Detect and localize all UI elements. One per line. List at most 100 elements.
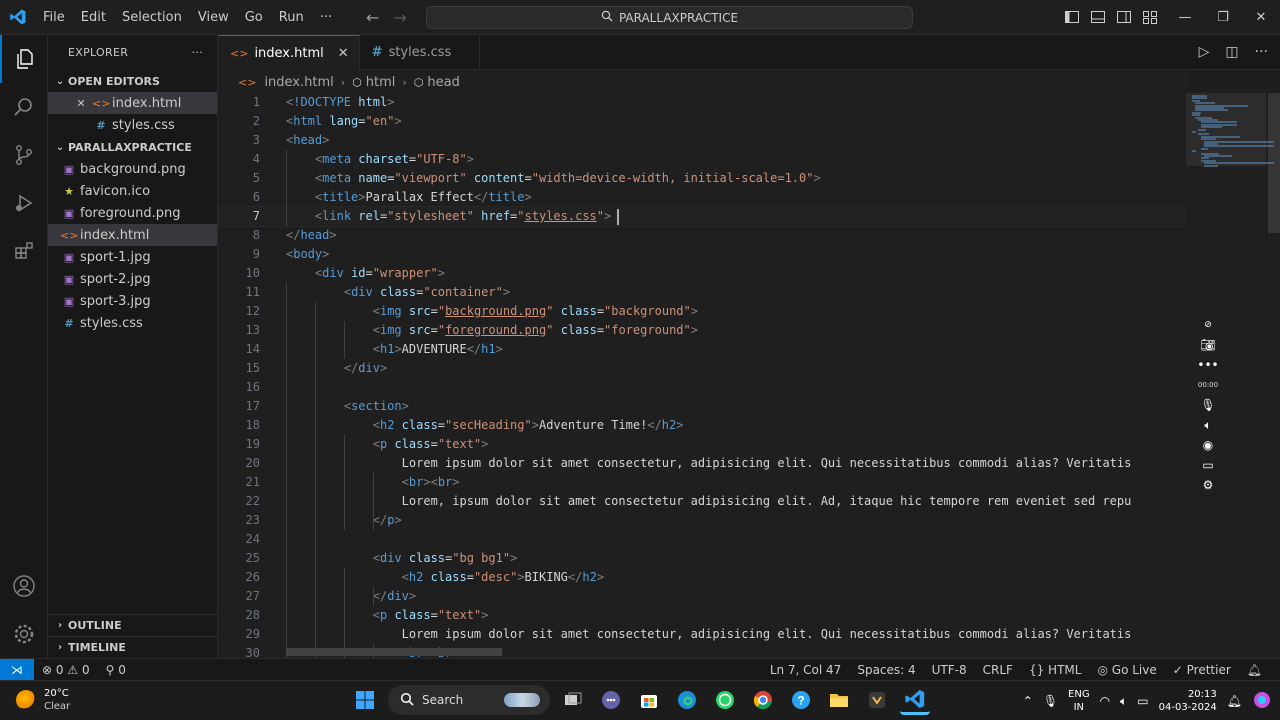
menu-view[interactable]: View	[190, 0, 237, 35]
code-line[interactable]: 24	[218, 530, 1186, 549]
customize-layout-icon[interactable]	[1142, 9, 1158, 25]
copilot-icon[interactable]	[1252, 690, 1272, 713]
chrome-browser-icon[interactable]	[748, 685, 778, 715]
taskbar-search[interactable]: Search	[388, 685, 550, 715]
file-item[interactable]: ▣ sport-2.jpg	[48, 268, 217, 290]
code-line[interactable]: 13 <img src="foreground.png" class="foreg…	[218, 321, 1186, 340]
weather-widget[interactable]: 20°C Clear	[16, 687, 70, 713]
menu-run[interactable]: Run	[271, 0, 312, 35]
code-line[interactable]: 28 <p class="text">	[218, 606, 1186, 625]
windows-start-icon[interactable]	[350, 685, 380, 715]
file-item[interactable]: <> index.html	[48, 224, 217, 246]
speaker-icon[interactable]: 🔈︎	[1204, 418, 1211, 432]
webcam-icon[interactable]: ◉	[1203, 438, 1213, 452]
ports-indicator[interactable]: ⚲ 0	[98, 663, 134, 677]
search-view-icon[interactable]	[0, 83, 48, 131]
file-item[interactable]: ▣ foreground.png	[48, 202, 217, 224]
code-line[interactable]: 20 Lorem ipsum dolor sit amet consectetur…	[218, 454, 1186, 473]
menu-edit[interactable]: Edit	[73, 0, 114, 35]
prettier-button[interactable]: ✓ Prettier	[1165, 663, 1239, 677]
menu-file[interactable]: File	[35, 0, 73, 35]
close-tab-icon[interactable]: ✕	[338, 46, 349, 61]
whatsapp-icon[interactable]	[710, 685, 740, 715]
code-line[interactable]: 26 <h2 class="desc">BIKING</h2>	[218, 568, 1186, 587]
split-editor-icon[interactable]: ◫	[1225, 44, 1238, 60]
code-line[interactable]: 27 </div>	[218, 587, 1186, 606]
breadcrumb-html[interactable]: html	[366, 75, 396, 90]
close-icon[interactable]: ✕	[72, 97, 90, 110]
code-line[interactable]: 18 <h2 class="secHeading">Adventure Time!…	[218, 416, 1186, 435]
breadcrumb-head[interactable]: head	[427, 75, 459, 90]
code-line[interactable]: 21 <br><br>	[218, 473, 1186, 492]
go-live-button[interactable]: ◎ Go Live	[1089, 663, 1164, 677]
language-indicator[interactable]: ENG IN	[1068, 688, 1090, 714]
folder-section[interactable]: ⌄ PARALLAXPRACTICE	[48, 136, 217, 158]
code-line[interactable]: 16	[218, 378, 1186, 397]
chevron-up-icon[interactable]: ⌃	[1023, 694, 1033, 708]
file-item[interactable]: # styles.css	[48, 312, 217, 334]
toggle-panel-icon[interactable]	[1090, 9, 1106, 25]
microsoft-store-icon[interactable]	[634, 685, 664, 715]
code-line[interactable]: 23 </p>	[218, 511, 1186, 530]
language-mode[interactable]: {} HTML	[1021, 663, 1090, 677]
file-item[interactable]: ▣ background.png	[48, 158, 217, 180]
remote-indicator-icon[interactable]: ⋊	[0, 658, 34, 681]
code-editor[interactable]: 1 <!DOCTYPE html> 2 <html lang="en"> 3 <head>…	[218, 93, 1186, 658]
code-line[interactable]: 14 <h1>ADVENTURE</h1>	[218, 340, 1186, 359]
menu-selection[interactable]: Selection	[114, 0, 190, 35]
more-actions-icon[interactable]: ···	[1255, 44, 1268, 60]
restore-icon[interactable]: ❐	[1204, 0, 1242, 35]
code-line[interactable]: 12 <img src="background.png" class="backg…	[218, 302, 1186, 321]
outline-section[interactable]: › OUTLINE	[48, 614, 218, 636]
code-line[interactable]: 19 <p class="text">	[218, 435, 1186, 454]
back-arrow-icon[interactable]: ←	[366, 8, 379, 27]
battery-icon[interactable]: ▭	[1137, 694, 1148, 708]
notifications-bell-icon[interactable]: 🔔︎	[1239, 663, 1270, 677]
file-explorer-icon[interactable]	[824, 685, 854, 715]
task-view-icon[interactable]	[558, 685, 588, 715]
tab-index-html[interactable]: <> index.html ✕	[218, 35, 360, 71]
explorer-icon[interactable]	[0, 35, 48, 83]
code-line[interactable]: 2 <html lang="en">	[218, 112, 1186, 131]
code-line[interactable]: 22 Lorem, ipsum dolor sit amet consectetu…	[218, 492, 1186, 511]
code-line[interactable]: 17 <section>	[218, 397, 1186, 416]
file-item[interactable]: ▣ sport-3.jpg	[48, 290, 217, 312]
extensions-icon[interactable]	[0, 227, 48, 275]
code-line[interactable]: 9 <body>	[218, 245, 1186, 264]
help-icon[interactable]: ?	[786, 685, 816, 715]
tab-styles-css[interactable]: # styles.css	[360, 35, 481, 70]
breadcrumb-file[interactable]: index.html	[264, 75, 333, 90]
problems-indicator[interactable]: ⊗ 0 ⚠ 0	[34, 663, 98, 677]
code-line[interactable]: 7 <link rel="stylesheet" href="styles.css…	[218, 206, 1186, 227]
code-line[interactable]: 6 <title>Parallax Effect</title>	[218, 188, 1186, 207]
run-play-icon[interactable]: ▷	[1199, 44, 1210, 60]
timeline-section[interactable]: › TIMELINE	[48, 636, 218, 658]
app-icon[interactable]	[862, 685, 892, 715]
wifi-icon[interactable]: ◠	[1100, 694, 1110, 708]
clock[interactable]: 20:13 04-03-2024	[1159, 688, 1217, 714]
notification-icon[interactable]: 🔔︎	[1227, 694, 1242, 708]
cursor-position[interactable]: Ln 7, Col 47	[762, 663, 850, 677]
open-editor-item[interactable]: ✕ <> index.html	[48, 92, 217, 114]
toggle-secondary-sidebar-icon[interactable]	[1116, 9, 1132, 25]
code-line[interactable]: 10 <div id="wrapper">	[218, 264, 1186, 283]
code-line[interactable]: 3 <head>	[218, 131, 1186, 150]
microphone-icon[interactable]: 🎙︎	[1200, 398, 1215, 412]
minimize-icon[interactable]: —	[1166, 0, 1204, 35]
code-line[interactable]: 8 </head>	[218, 226, 1186, 245]
code-line[interactable]: 1 <!DOCTYPE html>	[218, 93, 1186, 112]
toggle-primary-sidebar-icon[interactable]	[1064, 9, 1080, 25]
horizontal-scrollbar[interactable]	[286, 648, 502, 656]
manage-gear-icon[interactable]	[0, 610, 48, 658]
recorder-more-icon[interactable]: •••	[1197, 358, 1218, 372]
vscode-taskbar-icon[interactable]	[900, 685, 930, 715]
edge-browser-icon[interactable]	[672, 685, 702, 715]
indentation[interactable]: Spaces: 4	[849, 663, 923, 677]
command-center[interactable]: PARALLAXPRACTICE	[426, 6, 913, 29]
open-editor-item[interactable]: # styles.css	[48, 114, 217, 136]
code-line[interactable]: 15 </div>	[218, 359, 1186, 378]
open-editors-section[interactable]: ⌄ OPEN EDITORS	[48, 70, 217, 92]
forward-arrow-icon[interactable]: →	[393, 8, 406, 27]
teams-chat-icon[interactable]	[596, 685, 626, 715]
code-line[interactable]: 29 Lorem ipsum dolor sit amet consectetur…	[218, 625, 1186, 644]
